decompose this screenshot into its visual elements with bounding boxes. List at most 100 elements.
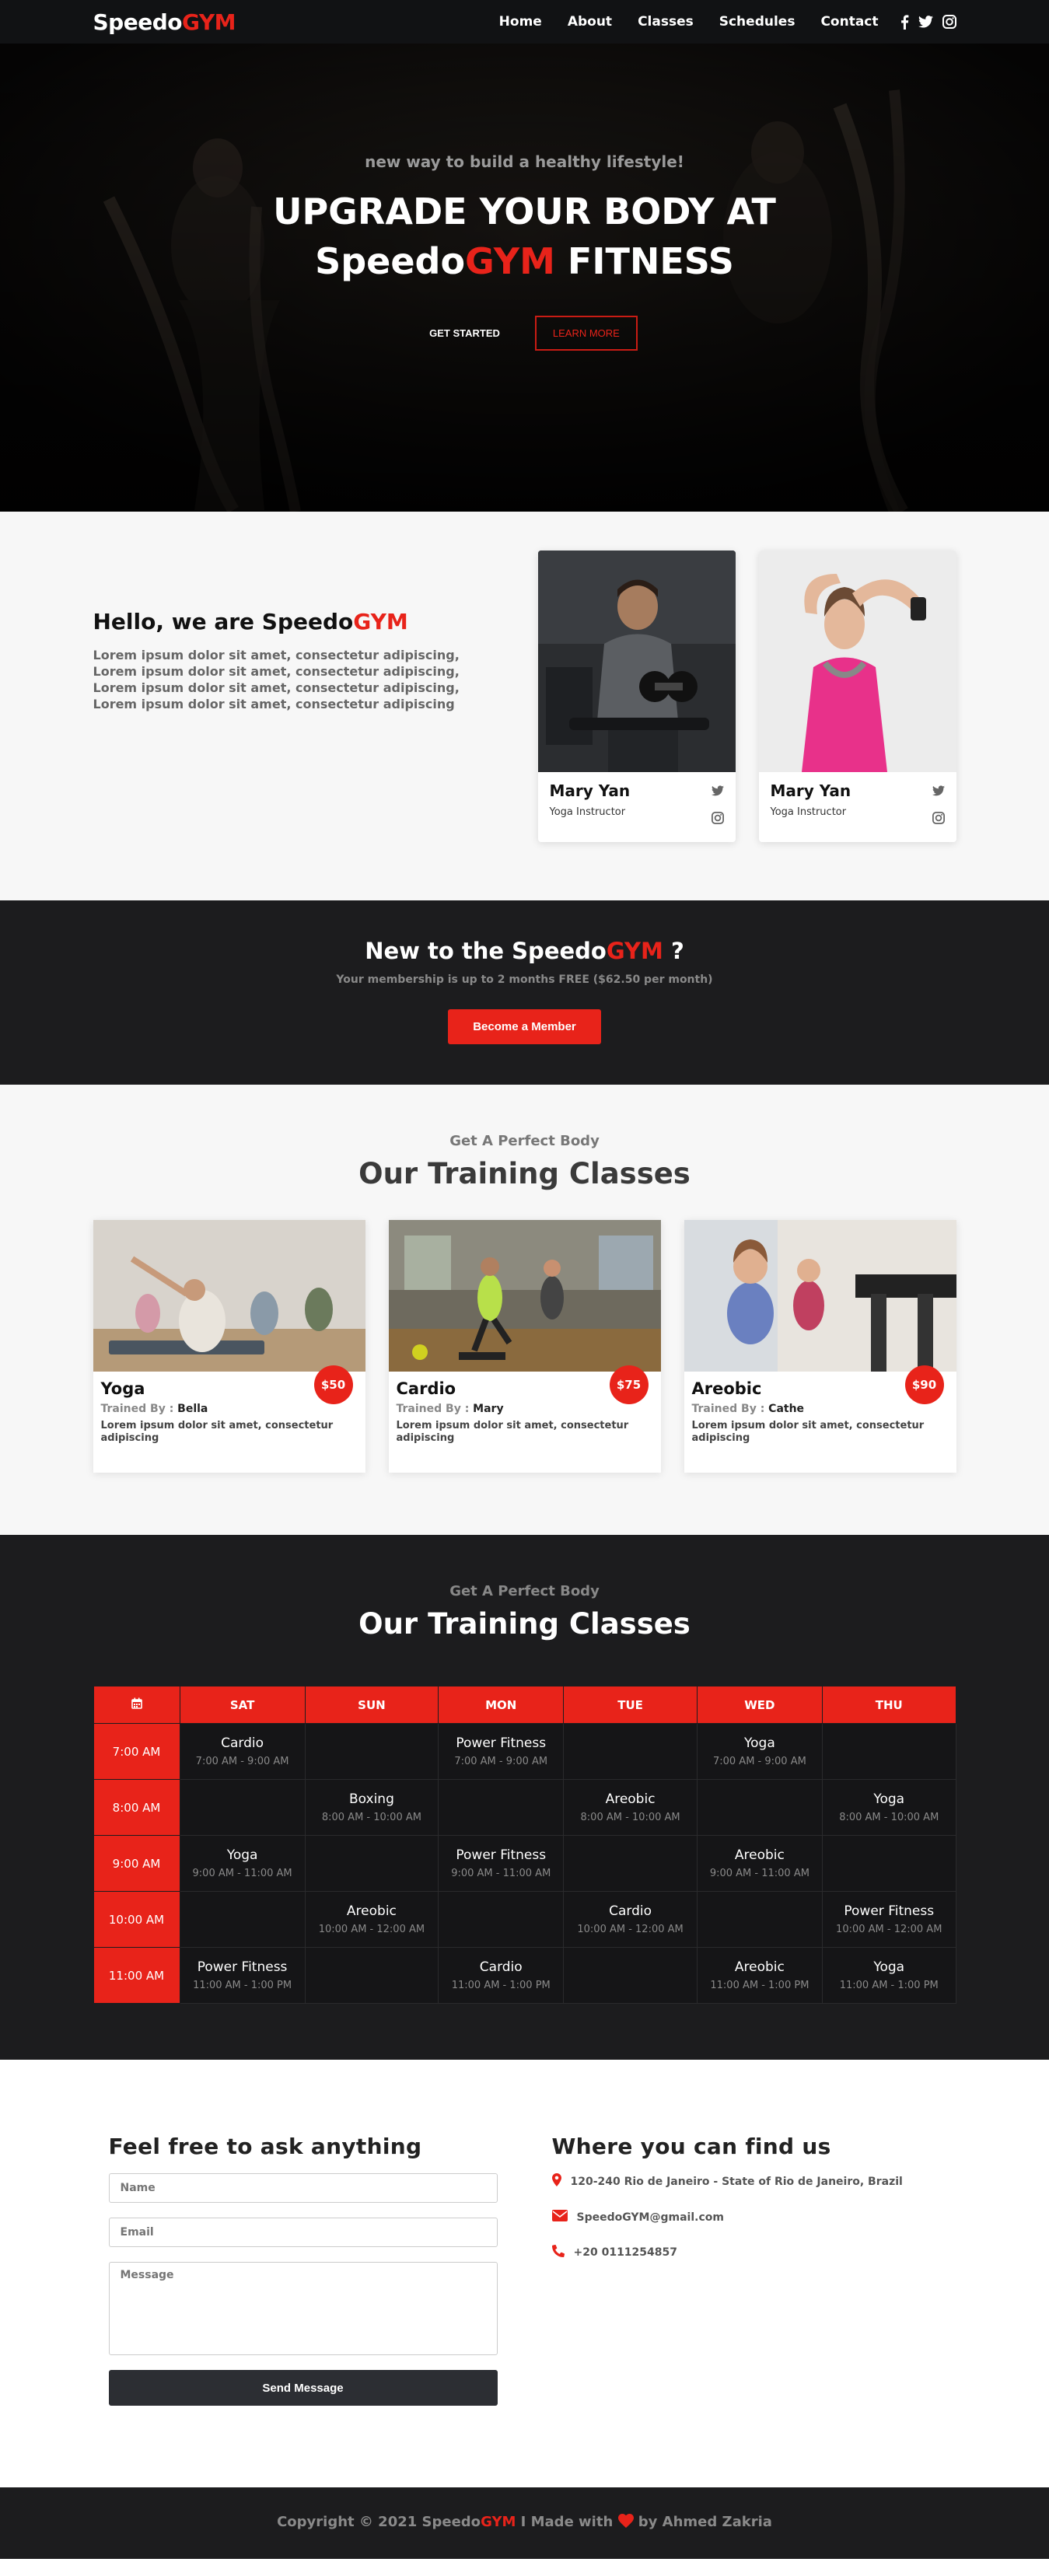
trainer-social xyxy=(711,781,724,827)
nav-contact[interactable]: Contact xyxy=(820,14,878,30)
schedule-empty-slot xyxy=(179,1779,306,1836)
schedule-time: 10:00 AM xyxy=(93,1891,180,1948)
schedule-time: 7:00 AM xyxy=(93,1723,180,1780)
send-message-button[interactable]: Send Message xyxy=(108,2370,498,2406)
slot-class-name: Power Fitness xyxy=(456,1847,547,1863)
trainer-role: Yoga Instructor xyxy=(549,806,626,818)
class-trainer-name: Mary xyxy=(473,1403,504,1415)
class-body: Areobic Trained By : Cathe Lorem ipsum d… xyxy=(684,1365,956,1452)
slot-class-name: Yoga xyxy=(226,1847,258,1863)
message-field[interactable] xyxy=(108,2262,498,2355)
slot-class-name: Cardio xyxy=(221,1735,264,1751)
day-header: SAT xyxy=(179,1686,306,1724)
slot-class-name: Cardio xyxy=(479,1959,523,1975)
name-field[interactable] xyxy=(108,2173,498,2203)
hero-title-fitness: FITNESS xyxy=(567,240,734,282)
nav-schedules[interactable]: Schedules xyxy=(719,14,795,30)
contact-section: Feel free to ask anything Send Message W… xyxy=(0,2060,1049,2487)
footer-copyright: Copyright © 2021 Speedo xyxy=(277,2514,481,2530)
schedule-slot: Yoga 7:00 AM - 9:00 AM xyxy=(696,1723,823,1780)
day-header: SUN xyxy=(304,1686,439,1724)
social-links xyxy=(900,14,956,30)
slot-hours: 11:00 AM - 1:00 PM xyxy=(451,1980,551,1991)
trainer-info: Mary Yan Yoga Instructor xyxy=(538,772,736,837)
trainer-card: Mary Yan Yoga Instructor xyxy=(537,551,736,842)
day-header: THU xyxy=(821,1686,956,1724)
about-body: Lorem ipsum dolor sit amet, consectetur … xyxy=(93,648,460,711)
schedule-empty-slot xyxy=(304,1947,439,2004)
footer-made-with: I Made with xyxy=(516,2514,618,2530)
price-badge: $50 xyxy=(313,1365,353,1404)
price-badge: $90 xyxy=(904,1365,944,1404)
trainer-card: Mary Yan Yoga Instructor xyxy=(758,551,956,842)
class-trainer: Trained By : Mary xyxy=(397,1403,653,1415)
membership-subtext: Your membership is up to 2 months FREE (… xyxy=(336,973,713,986)
become-member-button[interactable]: Become a Member xyxy=(448,1009,601,1044)
classes-section: Get A Perfect Body Our Training Classes xyxy=(0,1085,1049,1535)
trainer-photo xyxy=(758,551,956,772)
trainer-role: Yoga Instructor xyxy=(770,806,847,818)
about-heading-a: Hello, we are Speedo xyxy=(93,609,354,634)
class-card[interactable]: Areobic Trained By : Cathe Lorem ipsum d… xyxy=(684,1220,956,1473)
slot-hours: 7:00 AM - 9:00 AM xyxy=(454,1756,548,1767)
schedule-empty-slot xyxy=(563,1835,698,1892)
email-text[interactable]: SpeedoGYM@gmail.com xyxy=(577,2211,724,2224)
slot-hours: 7:00 AM - 9:00 AM xyxy=(712,1756,806,1767)
schedule-slot: Power Fitness 9:00 AM - 11:00 AM xyxy=(438,1835,565,1892)
trainer-name: Mary Yan xyxy=(770,781,851,800)
instagram-icon[interactable] xyxy=(711,812,724,827)
schedule-empty-slot xyxy=(304,1835,439,1892)
schedule-row: 7:00 AM Cardio 7:00 AM - 9:00 AM Power Fitn… xyxy=(93,1723,956,1780)
hero-title: UPGRADE YOUR BODY AT SpeedoGYM FITNESS xyxy=(0,187,1049,286)
schedule-empty-slot xyxy=(304,1723,439,1780)
nav-about[interactable]: About xyxy=(568,14,612,30)
slot-hours: 10:00 AM - 12:00 AM xyxy=(577,1924,684,1935)
footer-brand: GYM xyxy=(481,2514,516,2530)
footer-author: by Ahmed Zakria xyxy=(633,2514,772,2530)
class-image-yoga xyxy=(93,1220,365,1372)
slot-class-name: Power Fitness xyxy=(844,1903,935,1919)
schedule-empty-slot xyxy=(696,1891,823,1948)
slot-class-name: Areobic xyxy=(734,1847,785,1863)
class-card[interactable]: Yoga Trained By : Bella Lorem ipsum dolo… xyxy=(93,1220,365,1473)
class-card[interactable]: Cardio Trained By : Mary Lorem ipsum dol… xyxy=(388,1220,661,1473)
email-field[interactable] xyxy=(108,2218,498,2247)
schedule-subtitle: Get A Perfect Body xyxy=(449,1583,600,1599)
address-text: 120-240 Rio de Janeiro - State of Rio de… xyxy=(570,2175,903,2188)
schedule-empty-slot xyxy=(821,1835,956,1892)
brand-logo[interactable]: SpeedoGYM xyxy=(93,9,236,35)
contact-form: Feel free to ask anything Send Message xyxy=(108,2134,498,2406)
instagram-icon[interactable] xyxy=(942,15,956,29)
instagram-icon[interactable] xyxy=(932,812,945,827)
schedule-empty-slot xyxy=(438,1891,565,1948)
hero-content: new way to build a healthy lifestyle! UP… xyxy=(0,152,1049,351)
schedule-row: 11:00 AM Power Fitness 11:00 AM - 1:00 PM C… xyxy=(93,1947,956,2004)
schedule-slot: Areobic 10:00 AM - 12:00 AM xyxy=(304,1891,439,1948)
nav-classes[interactable]: Classes xyxy=(638,14,694,30)
nav-home[interactable]: Home xyxy=(499,14,542,30)
facebook-icon[interactable] xyxy=(900,14,909,30)
class-image-cardio xyxy=(388,1220,661,1372)
slot-hours: 8:00 AM - 10:00 AM xyxy=(839,1812,939,1823)
classes-subtitle: Get A Perfect Body xyxy=(449,1133,600,1149)
learn-more-button[interactable]: LEARN MORE xyxy=(534,316,638,351)
about-heading: Hello, we are SpeedoGYM xyxy=(93,609,482,634)
get-started-button[interactable]: GET STARTED xyxy=(411,316,518,351)
nav-links: Home About Classes Schedules Contact xyxy=(474,14,956,30)
phone-text[interactable]: +20 0111254857 xyxy=(574,2246,678,2259)
twitter-icon[interactable] xyxy=(932,785,945,799)
hero-title-brand-b: GYM xyxy=(465,240,555,282)
schedule-slot: Yoga 9:00 AM - 11:00 AM xyxy=(179,1835,306,1892)
hero-subtitle: new way to build a healthy lifestyle! xyxy=(365,152,684,171)
schedule-slot: Yoga 11:00 AM - 1:00 PM xyxy=(821,1947,956,2004)
phone-item: +20 0111254857 xyxy=(551,2244,903,2260)
twitter-icon[interactable] xyxy=(918,16,933,28)
hero-title-line1: UPGRADE YOUR BODY AT xyxy=(273,190,776,232)
hero-section: new way to build a healthy lifestyle! UP… xyxy=(0,44,1049,512)
address-item: 120-240 Rio de Janeiro - State of Rio de… xyxy=(551,2173,903,2190)
schedule-time: 8:00 AM xyxy=(93,1779,180,1836)
class-body: Yoga Trained By : Bella Lorem ipsum dolo… xyxy=(93,1365,365,1452)
twitter-icon[interactable] xyxy=(711,785,724,799)
class-image-areobic xyxy=(684,1220,956,1372)
about-heading-b: GYM xyxy=(353,609,408,634)
